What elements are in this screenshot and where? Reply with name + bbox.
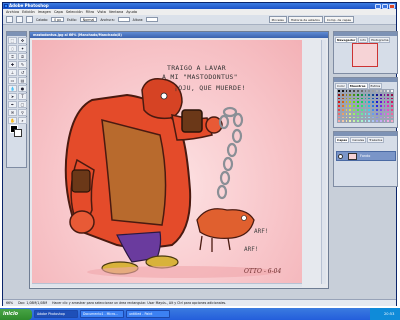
zoom-level[interactable]: 66% [6,301,13,305]
dodge-tool-icon[interactable]: ● [18,85,27,92]
artist-signature: OTTO - 6-04 [244,268,282,275]
document-vertical-scrollbar[interactable] [321,40,326,284]
width-input[interactable] [117,17,130,22]
palette-well: Pinceles Historia de estados Comp. de ca… [268,16,354,23]
pen-tool-icon[interactable]: ✒ [8,101,17,108]
height-input[interactable] [146,17,159,22]
task-photoshop[interactable]: Adobe Photoshop [34,310,78,318]
swatch-grid[interactable] [337,89,394,124]
photoshop-app-icon [4,4,8,8]
background-color-swatch[interactable] [14,129,22,137]
toolbox: ⬚ ✥ ◌ ✦ ⌗ ⧄ ✚ ✎ ⊥ ↺ ▭ ▤ 💧 ● ➤ T ✒ ▢ ✉ ⚲ … [6,31,27,168]
healing-brush-icon[interactable]: ✚ [8,61,17,68]
crop-tool-icon[interactable]: ⌗ [8,53,17,60]
navigator-thumbnail[interactable] [352,43,378,67]
style-select[interactable]: Normal [79,17,98,22]
document-title[interactable]: mastodontus.jpg al 66% (Manchado/Manchad… [30,32,328,38]
status-bar: 66% Doc: 1,08M/1,08M Hacer clic y arrast… [3,299,396,306]
eyedropper-icon[interactable]: ⚲ [18,109,27,116]
photoshop-window: Adobe Photoshop Archivo Edición Imagen C… [2,2,398,306]
task-word[interactable]: Documento1 - Micro... [80,310,124,318]
close-button[interactable] [389,3,395,9]
gradient-tool-icon[interactable]: ▤ [18,77,27,84]
document-horizontal-scrollbar[interactable] [32,283,302,287]
menu-archivo[interactable]: Archivo [6,10,19,14]
move-tool-icon[interactable]: ✥ [18,37,27,44]
new-selection-icon[interactable] [16,16,23,23]
caption-line-1: TRAIGO A LAVAR [167,64,226,72]
palette-well-layer-comps[interactable]: Comp. de capas [323,16,354,23]
palette-well-history[interactable]: Historia de estados [287,16,323,23]
window-controls [375,3,395,9]
menu-seleccion[interactable]: Selección [66,10,83,14]
tab-paths[interactable]: Trazados [367,137,385,143]
start-button[interactable]: inicio [0,308,32,320]
menu-ayuda[interactable]: Ayuda [126,10,137,14]
lasso-tool-icon[interactable]: ◌ [8,45,17,52]
layer-row-fondo[interactable]: Fondo [336,151,396,161]
notes-tool-icon[interactable]: ✉ [8,109,17,116]
windows-taskbar: inicio Adobe Photoshop Documento1 - Micr… [0,308,400,320]
task-paint[interactable]: untitled - Paint [126,310,170,318]
zoom-tool-icon[interactable]: ⌕ [18,117,27,124]
layer-thumbnail [348,153,357,160]
visibility-eye-icon[interactable] [338,154,343,159]
menu-edicion[interactable]: Edición [22,10,35,14]
layers-panel: Capas Canales Trazados Fondo [333,131,398,187]
menu-capa[interactable]: Capa [54,10,63,14]
history-brush-icon[interactable]: ↺ [18,69,27,76]
tab-channels[interactable]: Canales [350,137,367,143]
minimize-button[interactable] [375,3,381,9]
swatches-panel: Color Muestras Estilos [333,77,398,128]
stamp-tool-icon[interactable]: ⊥ [8,69,17,76]
blur-tool-icon[interactable]: 💧 [8,85,17,92]
feather-input[interactable]: 0 px [51,17,65,22]
marquee-tool-icon[interactable]: ⬚ [8,37,17,44]
tool-hint: Hacer clic y arrastrar para seleccionar … [52,301,227,305]
palette-well-brushes[interactable]: Pinceles [268,16,287,23]
menu-ventana[interactable]: Ventana [109,10,123,14]
path-select-icon[interactable]: ➤ [8,93,17,100]
window-title: Adobe Photoshop [9,3,49,8]
maximize-button[interactable] [382,3,388,9]
add-selection-icon[interactable] [26,16,33,23]
slice-tool-icon[interactable]: ⧄ [18,53,27,60]
shape-tool-icon[interactable]: ▢ [18,101,27,108]
menu-imagen[interactable]: Imagen [38,10,51,14]
caption-line-3: ¡OJU, QUE MUERDE! [174,84,246,92]
type-tool-icon[interactable]: T [18,93,27,100]
feather-label: Calado: [36,17,49,22]
layer-tabs: Capas Canales Trazados [334,136,397,144]
system-tray-clock: 20:53 [370,308,400,320]
width-label: Anchura: [100,17,115,22]
document-window: mastodontus.jpg al 66% (Manchado/Manchad… [29,31,329,289]
dog-bark-2: ARF! [244,246,259,253]
tool-grid: ⬚ ✥ ◌ ✦ ⌗ ⧄ ✚ ✎ ⊥ ↺ ▭ ▤ 💧 ● ➤ T ✒ ▢ ✉ ⚲ … [7,36,27,125]
caption-line-2: A MI "MASTODONTUS" [162,73,238,81]
layer-name: Fondo [360,154,371,158]
color-swatch[interactable] [390,119,394,124]
style-label: Estilo: [67,17,77,22]
hand-tool-icon[interactable]: ✋ [8,117,17,124]
magic-wand-icon[interactable]: ✦ [18,45,27,52]
brush-tool-icon[interactable]: ✎ [18,61,27,68]
menu-vista[interactable]: Vista [97,10,106,14]
document-size: Doc: 1,08M/1,08M [18,301,48,305]
marquee-tool-preset-icon[interactable] [6,16,13,23]
eraser-tool-icon[interactable]: ▭ [8,77,17,84]
image-canvas[interactable]: TRAIGO A LAVAR A MI "MASTODONTUS" ¡OJU, … [32,40,302,284]
menu-filtro[interactable]: Filtro [86,10,95,14]
tab-layers[interactable]: Capas [335,137,350,143]
height-label: Altura: [132,17,144,22]
dog-bark-1: ARF! [254,228,269,235]
navigator-panel: Navegador Info Histograma [333,31,398,74]
